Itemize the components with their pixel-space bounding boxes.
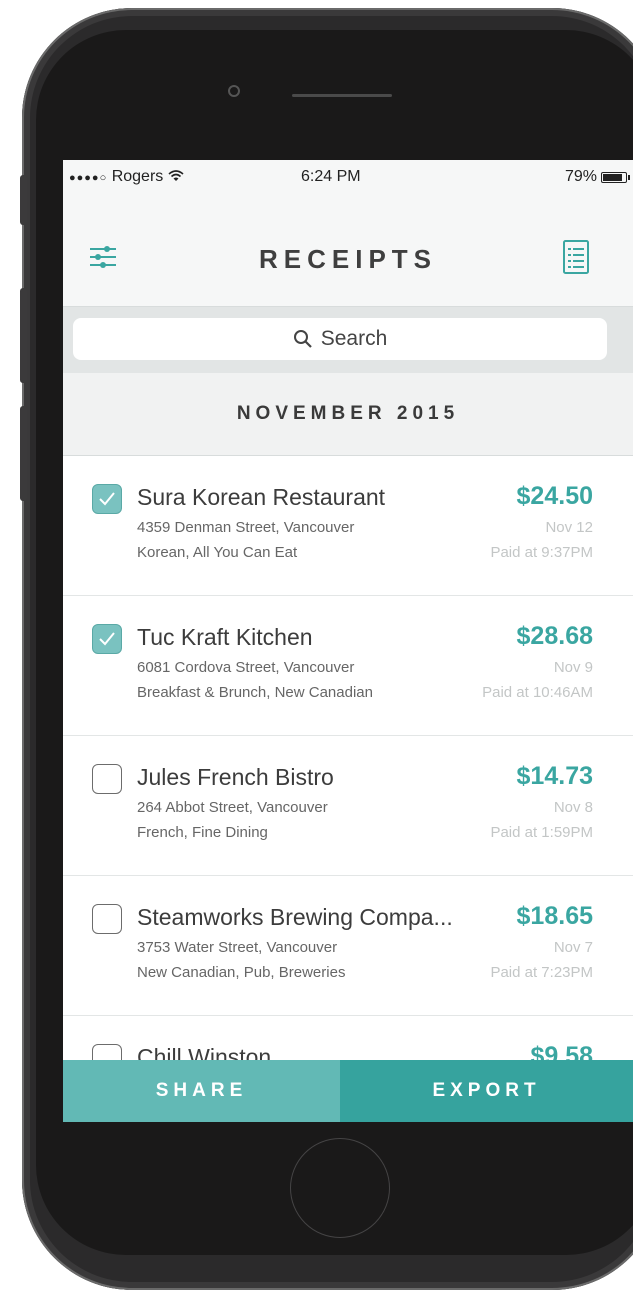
search-input[interactable]: Search <box>73 318 607 360</box>
home-button[interactable] <box>290 1138 390 1238</box>
volume-down-button <box>20 406 27 501</box>
receipt-categories: French, Fine Dining <box>137 824 268 841</box>
list-view-button[interactable] <box>563 240 589 274</box>
receipt-paid-time: Paid at 7:23PM <box>490 964 593 981</box>
receipt-address: 4359 Denman Street, Vancouver <box>137 519 355 536</box>
receipt-amount: $18.65 <box>516 902 593 930</box>
receipt-address: 6081 Cordova Street, Vancouver <box>137 659 355 676</box>
receipt-row[interactable]: Sura Korean Restaurant 4359 Denman Stree… <box>63 456 633 596</box>
action-bar: SHARE EXPORT <box>63 1060 633 1122</box>
receipt-categories: New Canadian, Pub, Breweries <box>137 964 346 981</box>
receipt-paid-time: Paid at 9:37PM <box>490 544 593 561</box>
nav-bar: RECEIPTS <box>63 192 633 307</box>
receipt-checkbox[interactable] <box>92 484 122 514</box>
status-bar: ●●●●○ Rogers 6:24 PM 79% <box>63 160 633 192</box>
search-bar: Search <box>63 307 633 373</box>
carrier-group: ●●●●○ Rogers <box>69 168 184 186</box>
receipt-amount: $14.73 <box>516 762 593 790</box>
receipt-date: Nov 12 <box>545 519 593 536</box>
search-placeholder: Search <box>320 327 388 350</box>
receipt-address: 264 Abbot Street, Vancouver <box>137 799 328 816</box>
export-button[interactable]: EXPORT <box>340 1060 633 1122</box>
checkmark-icon <box>99 632 115 646</box>
screen: ●●●●○ Rogers 6:24 PM 79% RECEIPTS Search… <box>63 160 633 1122</box>
wifi-icon <box>168 170 184 181</box>
list-icon <box>563 240 589 274</box>
receipt-paid-time: Paid at 10:46AM <box>482 684 593 701</box>
receipt-name: Tuc Kraft Kitchen <box>137 624 313 650</box>
page-title: RECEIPTS <box>258 244 438 274</box>
receipt-name: Sura Korean Restaurant <box>137 484 386 510</box>
signal-strength: ●●●●○ <box>69 172 108 184</box>
receipt-name: Jules French Bistro <box>137 764 334 790</box>
share-button[interactable]: SHARE <box>63 1060 340 1122</box>
front-camera <box>228 85 240 97</box>
receipt-checkbox[interactable] <box>92 904 122 934</box>
receipt-checkbox[interactable] <box>92 764 122 794</box>
section-header: NOVEMBER 2015 <box>63 373 633 456</box>
checkmark-icon <box>99 492 115 506</box>
mute-switch <box>20 175 27 225</box>
battery-percent: 79% <box>564 168 597 185</box>
receipt-row[interactable]: Jules French Bistro 264 Abbot Street, Va… <box>63 736 633 876</box>
receipt-name: Steamworks Brewing Compa... <box>137 904 453 930</box>
carrier-name: Rogers <box>111 168 164 185</box>
receipt-paid-time: Paid at 1:59PM <box>490 824 593 841</box>
receipt-checkbox[interactable] <box>92 624 122 654</box>
receipt-row[interactable]: Steamworks Brewing Compa... 3753 Water S… <box>63 876 633 1016</box>
status-time: 6:24 PM <box>301 168 361 185</box>
receipt-amount: $28.68 <box>516 622 593 650</box>
receipt-date: Nov 8 <box>553 799 593 816</box>
receipt-categories: Korean, All You Can Eat <box>137 544 298 561</box>
earpiece-speaker <box>292 94 392 97</box>
receipt-amount: $24.50 <box>516 482 593 510</box>
search-icon <box>293 330 312 348</box>
receipt-row[interactable]: Tuc Kraft Kitchen 6081 Cordova Street, V… <box>63 596 633 736</box>
receipt-date: Nov 9 <box>553 659 593 676</box>
receipt-date: Nov 7 <box>553 939 593 956</box>
receipt-categories: Breakfast & Brunch, New Canadian <box>137 684 373 701</box>
receipt-list: Sura Korean Restaurant 4359 Denman Stree… <box>63 456 633 1122</box>
receipt-address: 3753 Water Street, Vancouver <box>137 939 338 956</box>
battery-icon <box>601 171 630 183</box>
volume-up-button <box>20 288 27 383</box>
battery-group: 79% <box>564 168 630 186</box>
